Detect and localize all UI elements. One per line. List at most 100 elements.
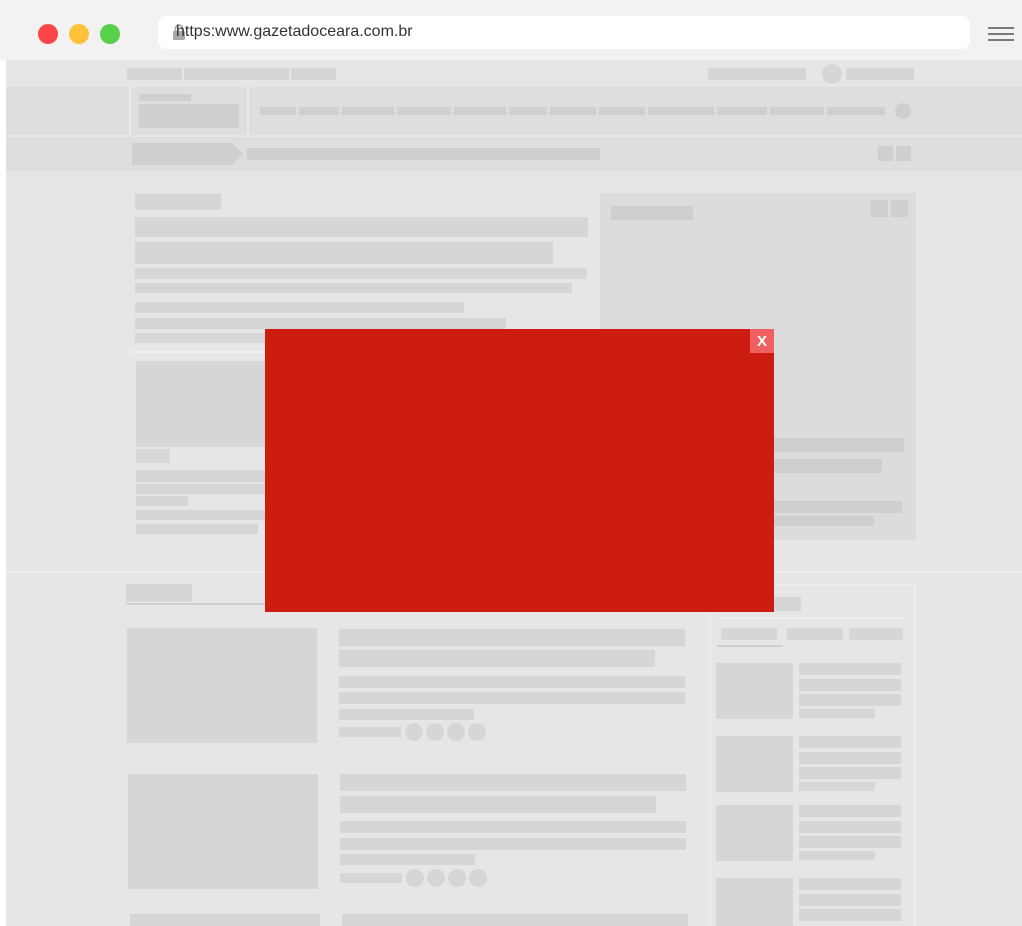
skeleton-block [135, 194, 221, 210]
chevron-right-icon [232, 143, 243, 165]
search-icon [895, 103, 911, 119]
nav-item [299, 107, 339, 115]
article-image [716, 805, 793, 861]
skeleton-block [339, 650, 655, 667]
share-icon [871, 200, 888, 217]
article-image [716, 736, 793, 792]
nav-item [648, 107, 714, 115]
skeleton-block [340, 774, 686, 791]
article-image [136, 361, 276, 447]
sidebar-panel [709, 584, 916, 926]
skeleton-block [799, 752, 901, 764]
skeleton-block [799, 767, 901, 779]
skeleton-block [340, 821, 686, 833]
skeleton-block [770, 516, 874, 526]
share-icon [891, 200, 908, 217]
share-icon [878, 146, 893, 161]
article-image [716, 663, 793, 719]
nav-item [260, 107, 296, 115]
skeleton-block [799, 694, 901, 706]
share-icon [406, 869, 424, 887]
skeleton-block [799, 894, 901, 906]
skeleton-block [136, 449, 170, 463]
skeleton-block [135, 217, 588, 237]
tab-item [721, 628, 777, 640]
skeleton-block [799, 663, 901, 675]
skeleton-block [770, 501, 902, 513]
skeleton-block [247, 148, 600, 160]
tab-item [849, 628, 903, 640]
close-button[interactable]: X [750, 329, 774, 353]
article-image [128, 774, 318, 889]
skeleton-block [135, 333, 275, 343]
divider [716, 617, 906, 619]
main-nav [6, 87, 1022, 135]
skeleton-block [799, 709, 875, 718]
popup-ad[interactable]: X [265, 329, 774, 612]
skeleton-block [339, 676, 685, 688]
divider [126, 603, 286, 605]
nav-item [599, 107, 645, 115]
nav-item [717, 107, 767, 115]
nav-item [827, 107, 885, 115]
nav-item [454, 107, 506, 115]
skeleton-block [339, 629, 685, 646]
maximize-window-button[interactable] [100, 24, 120, 44]
skeleton-block [340, 873, 402, 883]
logo-area [129, 87, 249, 135]
skeleton-block [339, 727, 401, 737]
article-image [127, 628, 317, 743]
url-text: https:www.gazetadoceara.com.br [176, 23, 413, 40]
share-icon [405, 723, 423, 741]
skeleton-block [846, 68, 914, 80]
share-icon [447, 723, 465, 741]
skeleton-block [799, 836, 901, 848]
nav-item [509, 107, 547, 115]
skeleton-block [136, 470, 276, 482]
hamburger-icon[interactable] [988, 26, 1014, 42]
breadcrumb [6, 137, 1022, 171]
skeleton-block [136, 496, 188, 506]
skeleton-block [708, 68, 806, 80]
skeleton-block [136, 524, 258, 534]
skeleton-block [770, 438, 904, 452]
skeleton-block [799, 805, 901, 817]
skeleton-block [135, 268, 587, 279]
skeleton-block [799, 878, 901, 890]
skeleton-block [771, 597, 801, 611]
tab-item [787, 628, 843, 640]
browser-toolbar: https:www.gazetadoceara.com.br [0, 0, 1022, 60]
nav-item [397, 107, 451, 115]
section-title [126, 584, 192, 602]
share-icon [448, 869, 466, 887]
skeleton-block [135, 242, 553, 264]
skeleton-block [799, 782, 875, 791]
share-icon [469, 869, 487, 887]
skeleton-block [770, 459, 882, 473]
close-window-button[interactable] [38, 24, 58, 44]
minimize-window-button[interactable] [69, 24, 89, 44]
skeleton-block [342, 914, 688, 926]
skeleton-block [135, 318, 506, 329]
skeleton-block [135, 302, 464, 313]
site-logo [139, 104, 239, 128]
skeleton-block [291, 68, 336, 80]
skeleton-block [135, 283, 572, 293]
share-icon [427, 869, 445, 887]
nav-item [770, 107, 824, 115]
address-bar[interactable]: https:www.gazetadoceara.com.br [158, 16, 970, 49]
skeleton-block [799, 736, 901, 748]
nav-item [550, 107, 596, 115]
avatar [822, 64, 842, 84]
tab-indicator [717, 645, 783, 647]
skeleton-block [136, 510, 276, 520]
skeleton-block [339, 709, 474, 720]
article-image [716, 878, 793, 926]
skeleton-block [799, 821, 901, 833]
share-icon [896, 146, 911, 161]
skeleton-block [340, 854, 475, 865]
skeleton-block [136, 484, 276, 494]
skeleton-block [139, 94, 191, 101]
article-image [130, 914, 320, 926]
nav-item [342, 107, 394, 115]
